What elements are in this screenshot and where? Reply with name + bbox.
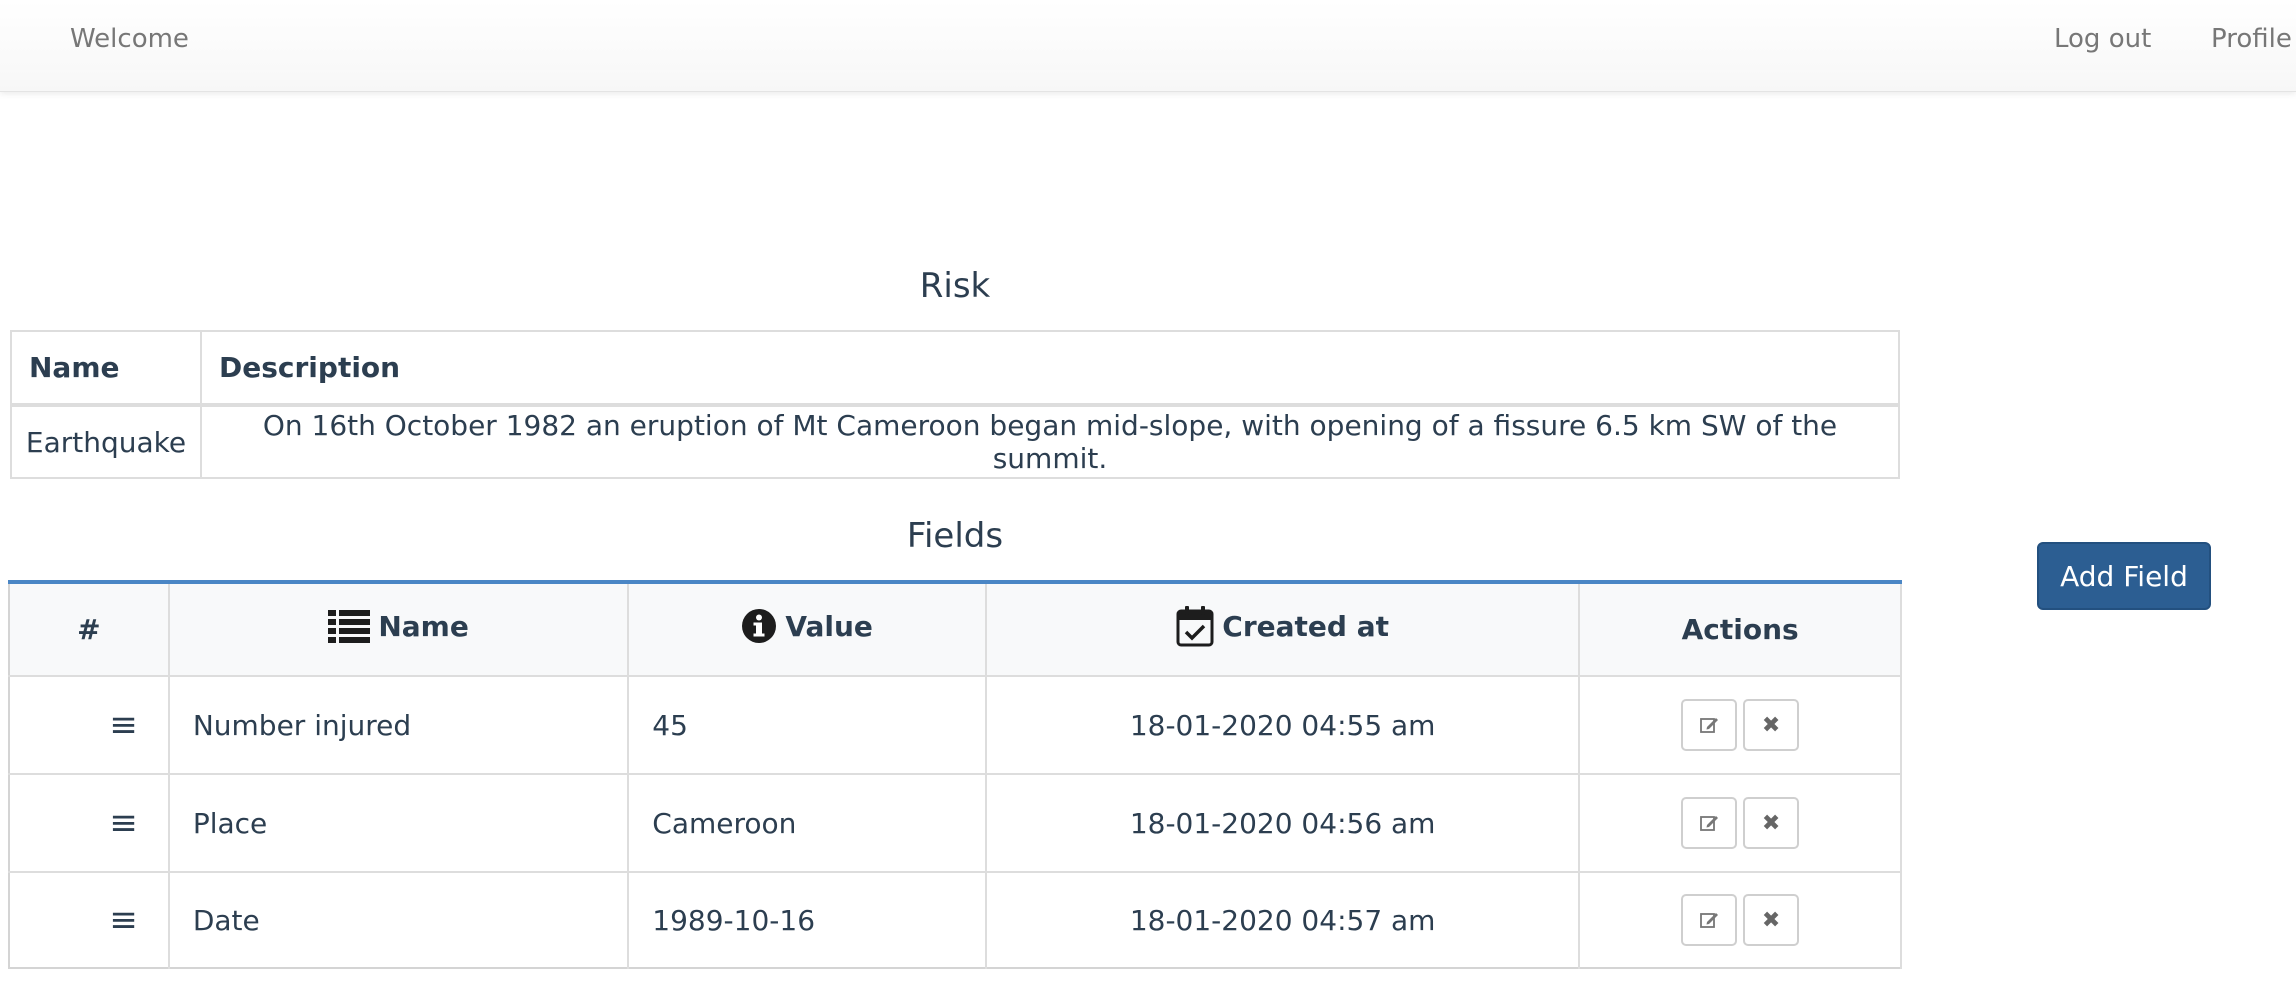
fields-table: # Name Value Created at Actions ≡ Number… (8, 580, 1902, 969)
field-value-cell: 1989-10-16 (628, 872, 987, 968)
edit-icon (1700, 913, 1719, 928)
close-icon: ✖ (1761, 712, 1781, 738)
delete-button[interactable]: ✖ (1743, 797, 1800, 849)
table-row: ≡ Number injured 45 18-01-2020 04:55 am … (9, 676, 1902, 775)
delete-button[interactable]: ✖ (1743, 894, 1800, 946)
edit-button[interactable] (1681, 797, 1738, 849)
risk-name-header: Name (11, 331, 202, 407)
risk-title: Risk (919, 266, 991, 306)
logout-link[interactable]: Log out (2054, 24, 2151, 54)
table-row: ≡ Date 1989-10-16 18-01-2020 04:57 am ✖ (9, 872, 1902, 968)
actions-cell: ✖ (1579, 872, 1902, 968)
field-created-cell: 18-01-2020 04:55 am (985, 676, 1581, 775)
add-field-button[interactable]: Add Field (2037, 542, 2211, 610)
edit-button[interactable] (1681, 699, 1738, 751)
drag-handle-icon[interactable]: ≡ (9, 872, 170, 968)
close-icon: ✖ (1761, 907, 1781, 933)
value-header-label: Value (785, 609, 873, 643)
top-navbar: Welcome Log out Profile (0, 0, 2296, 92)
field-value-cell: 45 (628, 676, 987, 775)
value-header: Value (628, 582, 987, 677)
field-name-cell: Number injured (168, 676, 630, 775)
profile-link[interactable]: Profile (2211, 24, 2292, 54)
created-header-label: Created at (1222, 609, 1389, 643)
calendar-check-icon (1176, 606, 1214, 647)
field-name-cell: Place (168, 774, 630, 873)
actions-cell: ✖ (1579, 774, 1902, 873)
risk-table: Name Description Earthquake On 16th Octo… (10, 330, 1900, 479)
actions-header: Actions (1579, 582, 1902, 677)
drag-handle-icon[interactable]: ≡ (9, 676, 170, 775)
field-created-cell: 18-01-2020 04:56 am (985, 774, 1581, 873)
risk-row: Earthquake On 16th October 1982 an erupt… (11, 405, 1900, 478)
created-header: Created at (985, 582, 1581, 677)
fields-header-row: # Name Value Created at Actions (9, 582, 1902, 677)
close-icon: ✖ (1761, 810, 1781, 836)
list-icon (328, 610, 371, 643)
name-header: Name (168, 582, 630, 677)
risk-description-header: Description (201, 331, 1900, 407)
info-circle-icon (742, 609, 777, 643)
field-value-cell: Cameroon (628, 774, 987, 873)
edit-icon (1700, 816, 1719, 831)
name-header-label: Name (378, 609, 469, 643)
brand-link[interactable]: Welcome (70, 24, 189, 54)
field-created-cell: 18-01-2020 04:57 am (985, 872, 1581, 968)
edit-icon (1700, 718, 1719, 733)
drag-handle-icon[interactable]: ≡ (9, 774, 170, 873)
delete-button[interactable]: ✖ (1743, 699, 1800, 751)
actions-cell: ✖ (1579, 676, 1902, 775)
risk-description-cell: On 16th October 1982 an eruption of Mt C… (201, 405, 1900, 478)
risk-name-cell: Earthquake (11, 405, 202, 478)
edit-button[interactable] (1681, 894, 1738, 946)
field-name-cell: Date (168, 872, 630, 968)
num-header: # (9, 582, 170, 677)
fields-title: Fields (906, 516, 1004, 556)
table-row: ≡ Place Cameroon 18-01-2020 04:56 am ✖ (9, 774, 1902, 873)
